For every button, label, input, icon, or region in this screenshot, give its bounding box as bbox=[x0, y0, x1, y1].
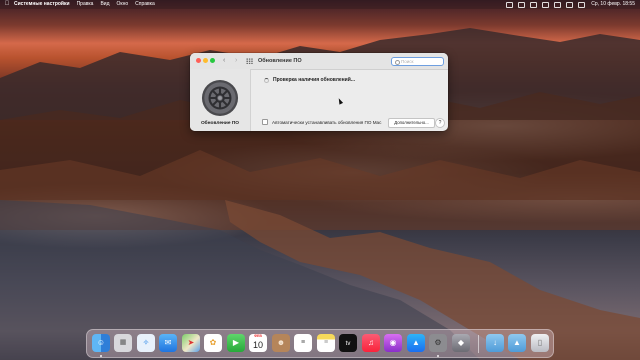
music-icon[interactable]: ♫ bbox=[362, 334, 380, 352]
podcasts-icon[interactable]: ◉ bbox=[384, 334, 402, 352]
minimize-button[interactable] bbox=[203, 58, 208, 63]
auto-update-label[interactable]: Автоматически устанавливать обновления П… bbox=[272, 120, 381, 125]
utility-icon[interactable]: ◆ bbox=[452, 334, 470, 352]
keyboard-icon[interactable] bbox=[529, 1, 538, 8]
contacts-icon[interactable]: ☻ bbox=[272, 334, 290, 352]
apple-tv-icon[interactable]: tv bbox=[339, 334, 357, 352]
forward-chevron-icon[interactable]: › bbox=[235, 57, 237, 64]
search-input[interactable]: Поиск bbox=[391, 57, 444, 66]
menu-window[interactable]: Окно bbox=[117, 0, 129, 9]
control-center-icon[interactable] bbox=[565, 1, 574, 8]
audio-icon[interactable] bbox=[517, 1, 526, 8]
notes-icon[interactable]: ≡ bbox=[317, 334, 335, 352]
dock-separator bbox=[478, 335, 479, 353]
apple-tv-label: tv bbox=[345, 341, 351, 347]
status-text: Проверка наличия обновлений... bbox=[273, 77, 356, 83]
calendar-day: 10 bbox=[252, 340, 263, 350]
back-chevron-icon[interactable]: ‹ bbox=[223, 57, 225, 64]
dock: ☺ ▦ ✧ ✉ ➤ ✿ ▶ ФЕВ 10 ☻ ≡ ≡ tv ♫ ◉ ▲ ⚙ ◆ … bbox=[86, 329, 554, 358]
wifi-icon[interactable] bbox=[541, 1, 550, 8]
menu-view[interactable]: Вид bbox=[100, 0, 109, 9]
safari-icon[interactable]: ✧ bbox=[137, 334, 155, 352]
menu-edit[interactable]: Правка bbox=[77, 0, 94, 9]
search-icon bbox=[395, 60, 400, 65]
software-update-window: ‹ › Обновление ПО Поиск Обновление ПО Пр… bbox=[190, 53, 448, 131]
downloads-folder-icon[interactable]: ↓ bbox=[486, 334, 504, 352]
facetime-icon[interactable]: ▶ bbox=[227, 334, 245, 352]
auto-update-checkbox[interactable] bbox=[262, 119, 268, 125]
zoom-button[interactable] bbox=[210, 58, 215, 63]
siri-icon[interactable] bbox=[577, 1, 586, 8]
window-title: Обновление ПО bbox=[258, 58, 302, 64]
update-status: Проверка наличия обновлений... bbox=[264, 77, 355, 83]
auto-update-row[interactable]: Автоматически устанавливать обновления П… bbox=[262, 119, 381, 125]
menu-app-name[interactable]: Системные настройки bbox=[14, 0, 70, 9]
calendar-icon[interactable]: ФЕВ 10 bbox=[249, 334, 267, 352]
preference-pane-sidebar: Обновление ПО bbox=[190, 69, 251, 131]
launchpad-icon[interactable]: ▦ bbox=[114, 334, 132, 352]
reminders-icon[interactable]: ≡ bbox=[294, 334, 312, 352]
finder-icon[interactable]: ☺ bbox=[92, 334, 110, 352]
menu-help[interactable]: Справка bbox=[135, 0, 155, 9]
spinner-icon bbox=[264, 77, 269, 83]
software-update-gear-icon bbox=[201, 79, 239, 117]
battery-icon[interactable] bbox=[505, 1, 514, 8]
apple-logo-icon[interactable]:  bbox=[0, 0, 14, 9]
app-store-icon[interactable]: ▲ bbox=[407, 334, 425, 352]
maps-icon[interactable]: ➤ bbox=[182, 334, 200, 352]
running-indicator bbox=[437, 355, 439, 357]
show-all-grid-icon[interactable] bbox=[246, 58, 253, 64]
menu-bar:  Системные настройки Правка Вид Окно Сп… bbox=[0, 0, 640, 9]
status-area: Ср, 10 февр. 18:55 bbox=[502, 0, 635, 9]
window-titlebar[interactable]: ‹ › Обновление ПО Поиск bbox=[190, 53, 448, 70]
photos-icon[interactable]: ✿ bbox=[204, 334, 222, 352]
system-preferences-icon[interactable]: ⚙ bbox=[429, 334, 447, 352]
advanced-button[interactable]: Дополнительно... bbox=[388, 118, 435, 128]
help-button[interactable]: ? bbox=[435, 118, 445, 128]
trash-icon[interactable]: ▯ bbox=[531, 334, 549, 352]
applications-folder-icon[interactable]: ▲ bbox=[508, 334, 526, 352]
menu-clock[interactable]: Ср, 10 февр. 18:55 bbox=[591, 0, 635, 9]
pane-label: Обновление ПО bbox=[200, 121, 240, 126]
search-placeholder: Поиск bbox=[401, 59, 414, 64]
close-button[interactable] bbox=[196, 58, 201, 63]
running-indicator bbox=[100, 355, 102, 357]
mail-icon[interactable]: ✉ bbox=[159, 334, 177, 352]
search-icon[interactable] bbox=[553, 1, 562, 8]
